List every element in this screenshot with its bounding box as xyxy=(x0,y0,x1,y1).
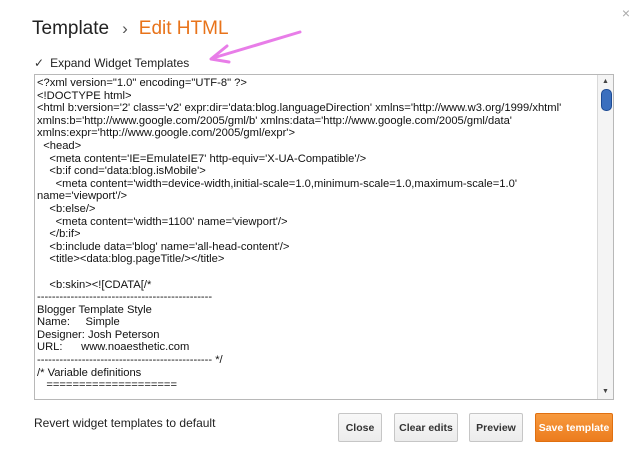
close-button[interactable]: Close xyxy=(338,413,382,442)
code-text[interactable]: <?xml version="1.0" encoding="UTF-8" ?> <… xyxy=(37,77,595,392)
code-line[interactable]: <meta content='width=1100' name='viewpor… xyxy=(37,216,595,229)
code-line[interactable]: Blogger Template Style xyxy=(37,304,595,317)
code-line[interactable]: <b:else/> xyxy=(37,203,595,216)
expand-widget-templates-checkbox[interactable]: ✓ Expand Widget Templates xyxy=(34,56,189,70)
scrollbar[interactable]: ▲ ▼ xyxy=(597,75,613,399)
code-line[interactable]: <?xml version="1.0" encoding="UTF-8" ?> xyxy=(37,77,595,90)
revert-widget-templates-link[interactable]: Revert widget templates to default xyxy=(34,416,215,430)
checkmark-icon[interactable]: ✓ xyxy=(34,56,44,70)
code-line[interactable]: ----------------------------------------… xyxy=(37,291,595,304)
code-line[interactable] xyxy=(37,266,595,279)
breadcrumb: Template › Edit HTML xyxy=(32,18,229,40)
code-line[interactable]: <meta content='width=device-width,initia… xyxy=(37,178,595,191)
code-line[interactable]: Name: Simple xyxy=(37,316,595,329)
code-line[interactable]: /* Variable definitions xyxy=(37,367,595,380)
code-line[interactable]: <b:if cond='data:blog.isMobile'> xyxy=(37,165,595,178)
save-template-button[interactable]: Save template xyxy=(535,413,613,442)
annotation-arrow-icon xyxy=(209,30,302,64)
code-line[interactable]: <html b:version='2' class='v2' expr:dir=… xyxy=(37,102,595,115)
expand-widget-templates-label[interactable]: Expand Widget Templates xyxy=(50,56,189,70)
code-line[interactable]: ----------------------------------------… xyxy=(37,354,595,367)
code-line[interactable]: xmlns:b='http://www.google.com/2005/gml/… xyxy=(37,115,595,128)
breadcrumb-template[interactable]: Template xyxy=(32,18,109,40)
code-line[interactable]: </b:if> xyxy=(37,228,595,241)
scroll-thumb[interactable] xyxy=(601,89,612,111)
html-editor[interactable]: <?xml version="1.0" encoding="UTF-8" ?> <… xyxy=(34,74,614,400)
clear-edits-button[interactable]: Clear edits xyxy=(394,413,458,442)
code-line[interactable]: URL: www.noaesthetic.com xyxy=(37,341,595,354)
scroll-up-icon[interactable]: ▲ xyxy=(598,76,613,88)
code-line[interactable]: xmlns:expr='http://www.google.com/2005/g… xyxy=(37,127,595,140)
code-line[interactable]: <meta content='IE=EmulateIE7' http-equiv… xyxy=(37,153,595,166)
code-line[interactable]: <b:skin><![CDATA[/* xyxy=(37,279,595,292)
preview-button[interactable]: Preview xyxy=(469,413,523,442)
code-line[interactable]: <title><data:blog.pageTitle/></title> xyxy=(37,253,595,266)
code-line[interactable]: name='viewport'/> xyxy=(37,190,595,203)
code-line[interactable]: Designer: Josh Peterson xyxy=(37,329,595,342)
code-line[interactable]: <head> xyxy=(37,140,595,153)
code-line[interactable]: <!DOCTYPE html> xyxy=(37,90,595,103)
close-icon[interactable]: × xyxy=(622,6,630,20)
breadcrumb-separator: › xyxy=(122,19,128,38)
scroll-down-icon[interactable]: ▼ xyxy=(598,386,613,398)
code-line[interactable]: <b:include data='blog' name='all-head-co… xyxy=(37,241,595,254)
code-line[interactable]: ==================== xyxy=(37,379,595,392)
